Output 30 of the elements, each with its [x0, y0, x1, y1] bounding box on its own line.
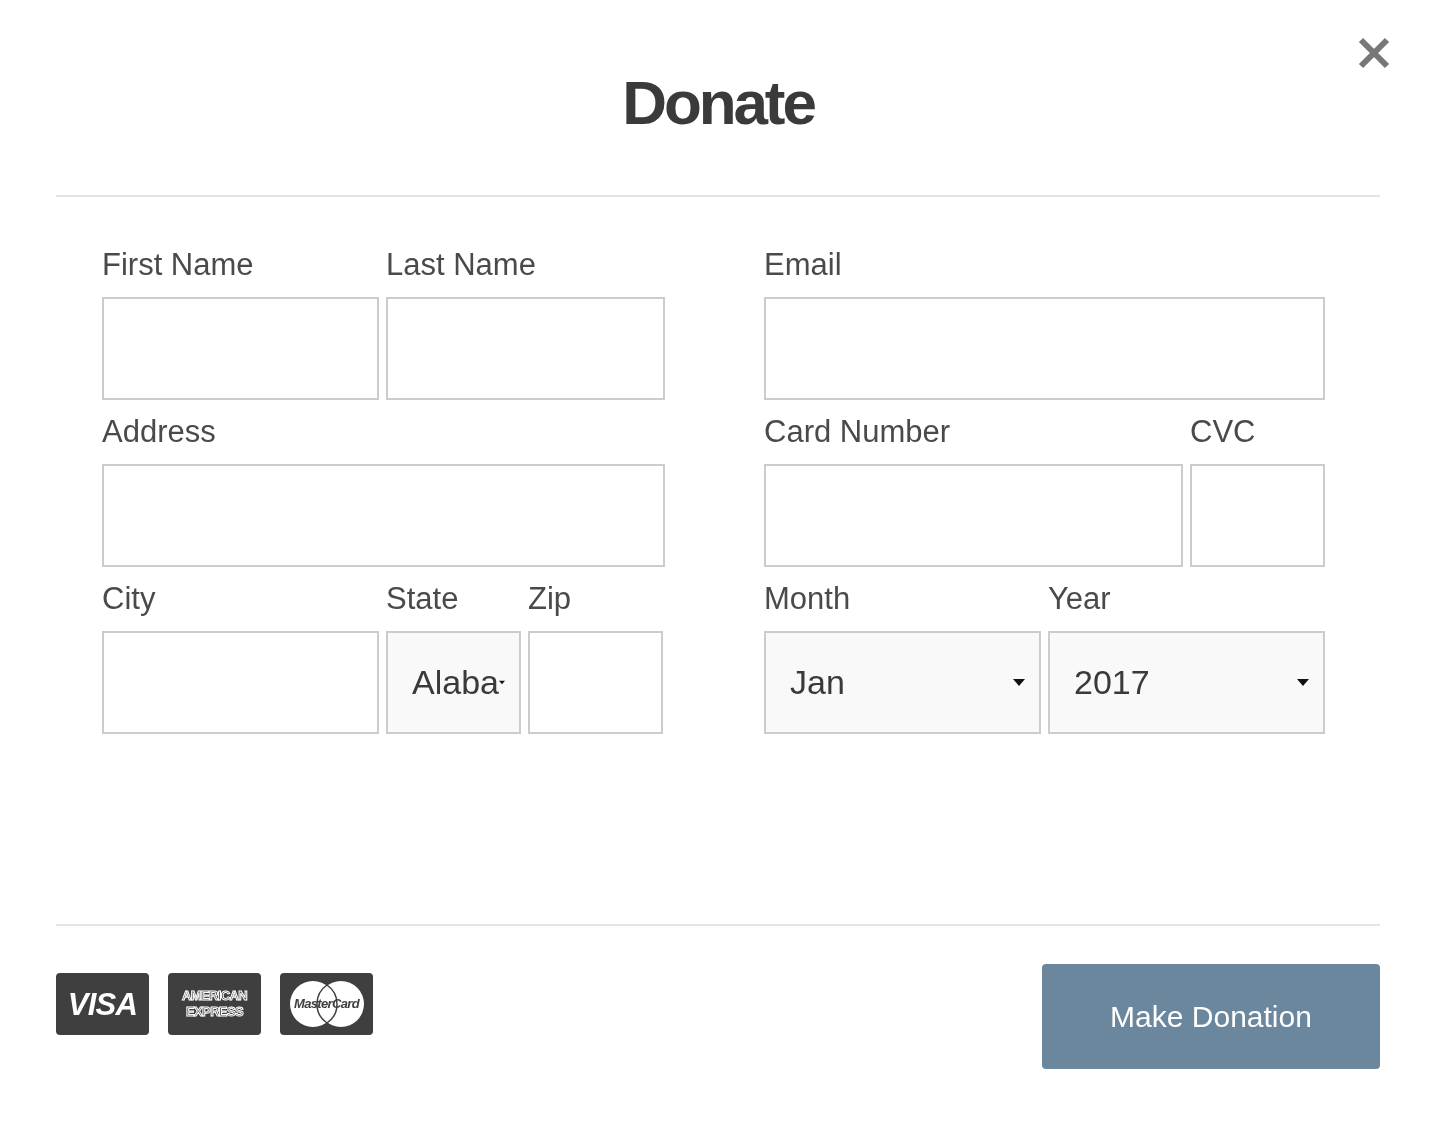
state-dropdown[interactable]: Alaba [386, 631, 521, 734]
month-label: Month [764, 580, 852, 618]
caret-icon [1297, 679, 1309, 686]
city-label: City [102, 580, 157, 618]
state-label: State [386, 580, 460, 618]
dialog-title: Donate [622, 67, 814, 139]
last-name-label: Last Name [386, 246, 537, 284]
first-name-label: First Name [102, 246, 255, 284]
visa-logo: VISA [56, 973, 149, 1035]
cvc-input[interactable] [1190, 464, 1325, 567]
month-dropdown[interactable]: Jan [764, 631, 1041, 734]
zip-input[interactable] [528, 631, 663, 734]
caret-icon [498, 679, 505, 686]
cvc-label: CVC [1190, 413, 1257, 451]
make-donation-button[interactable]: Make Donation [1042, 964, 1380, 1069]
address-input[interactable] [102, 464, 665, 567]
last-name-input[interactable] [386, 297, 665, 400]
zip-label: Zip [528, 580, 573, 618]
amex-logo: AMERICAN EXPRESS [168, 973, 261, 1035]
email-input[interactable] [764, 297, 1325, 400]
close-icon[interactable] [1358, 37, 1390, 69]
year-label: Year [1048, 580, 1112, 618]
card-number-label: Card Number [764, 413, 952, 451]
address-label: Address [102, 413, 217, 451]
city-input[interactable] [102, 631, 379, 734]
caret-icon [1013, 679, 1025, 686]
year-dropdown[interactable]: 2017 [1048, 631, 1325, 734]
first-name-input[interactable] [102, 297, 379, 400]
email-label: Email [764, 246, 843, 284]
card-number-input[interactable] [764, 464, 1183, 567]
